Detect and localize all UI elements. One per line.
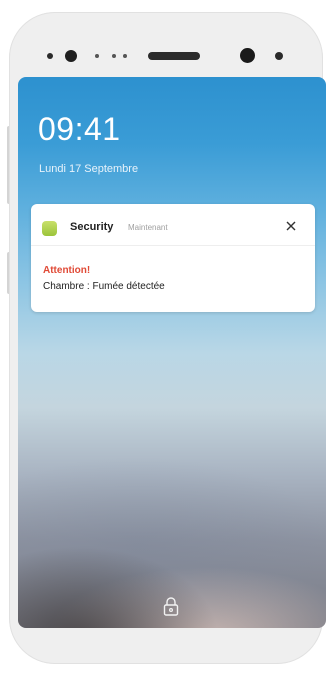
proximity-sensor xyxy=(275,52,283,60)
earpiece-speaker xyxy=(148,52,200,60)
sensor-dot xyxy=(47,53,53,59)
notification-body: Chambre : Fumée détectée xyxy=(43,281,165,292)
front-camera xyxy=(240,48,255,63)
device-frame: 09:41 Lundi 17 Septembre Security Mainte… xyxy=(0,0,331,677)
indicator-dot xyxy=(123,54,127,58)
close-icon xyxy=(286,221,296,231)
notification-card[interactable]: Security Maintenant Attention! Chambre :… xyxy=(31,204,315,312)
security-app-icon xyxy=(42,221,57,236)
notification-app-name: Security xyxy=(70,221,114,233)
notification-title: Attention! xyxy=(43,265,91,276)
lock-screen: 09:41 Lundi 17 Septembre Security Mainte… xyxy=(18,77,326,628)
indicator-dot xyxy=(112,54,116,58)
clock-date: Lundi 17 Septembre xyxy=(39,163,139,175)
front-sensor xyxy=(65,50,77,62)
lock-icon[interactable] xyxy=(163,596,179,616)
close-button[interactable] xyxy=(281,216,301,236)
indicator-dot xyxy=(95,54,99,58)
clock-time: 09:41 xyxy=(38,111,121,147)
notification-divider xyxy=(31,245,315,246)
notification-timestamp: Maintenant xyxy=(128,223,168,232)
